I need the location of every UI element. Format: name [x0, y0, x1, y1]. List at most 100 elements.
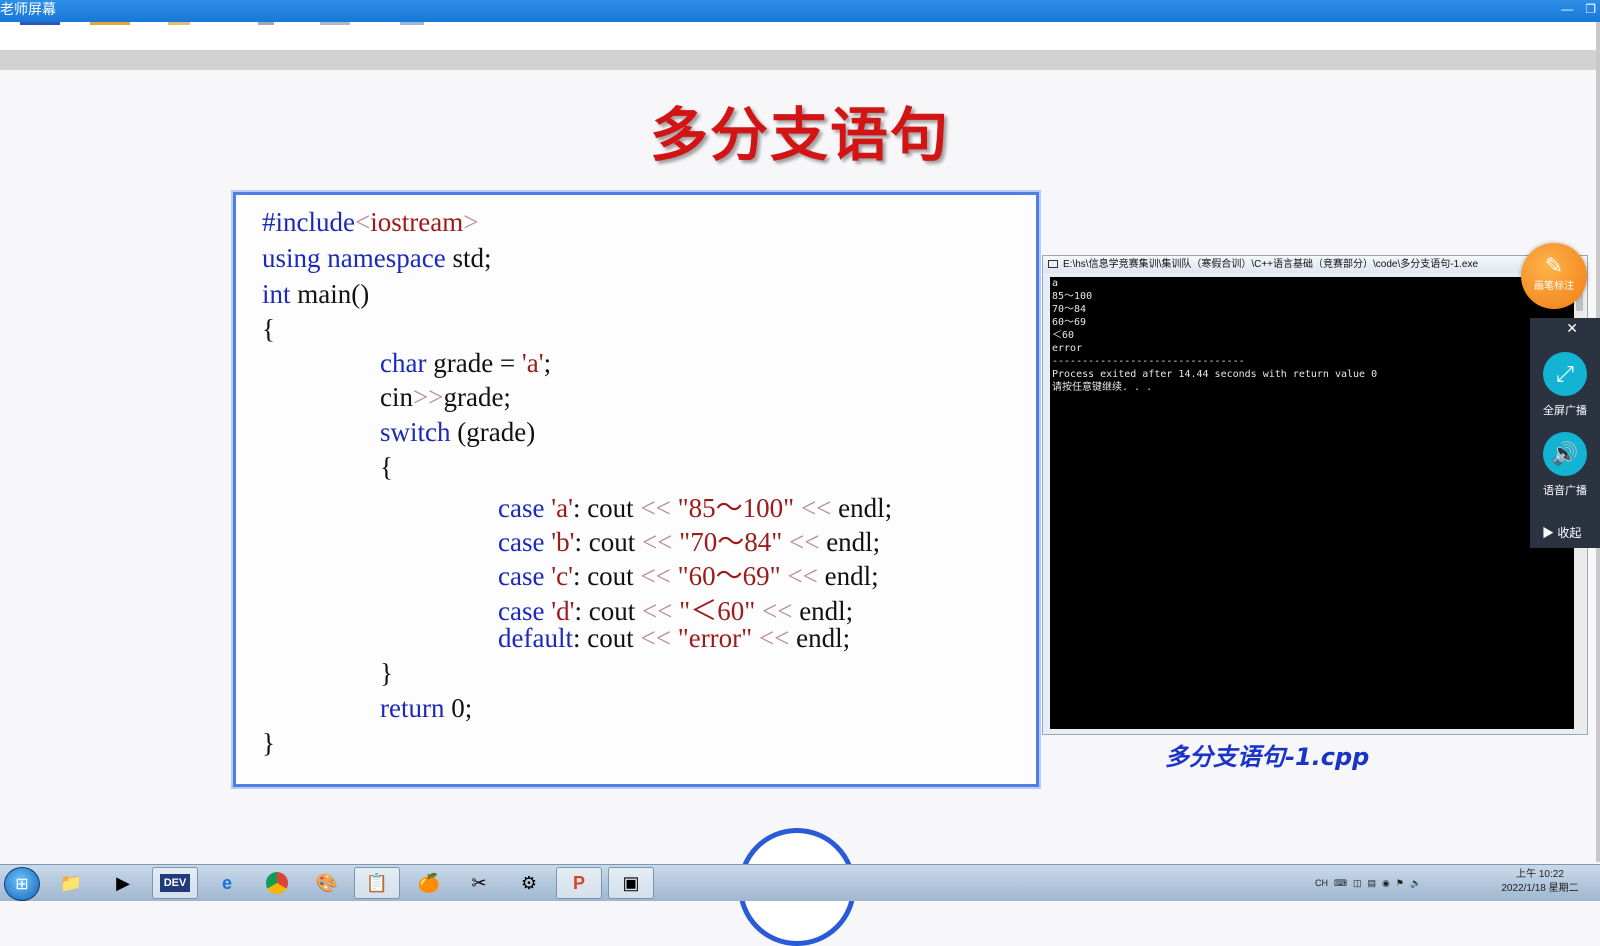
console-line: 70～84 [1052, 304, 1087, 315]
powerpoint-icon[interactable]: P [556, 867, 602, 899]
code-token: default [498, 623, 573, 653]
code-token: >> [413, 382, 444, 412]
orange-icon[interactable]: 🍊 [406, 867, 452, 899]
dev-cpp-icon[interactable]: DEV [152, 867, 198, 899]
code-line: } [380, 658, 393, 688]
code-line: { [262, 314, 275, 344]
console-window[interactable]: E:\hs\信息学竞赛集训\集训队（寒假合训）\C++语言基础（竞赛部分）\co… [1042, 255, 1588, 735]
code-token: using namespace [262, 243, 446, 273]
console-app-icon [1048, 260, 1058, 268]
flag-icon[interactable]: ⚑ [1396, 878, 1404, 889]
pen-label: 画笔标注 [1534, 281, 1574, 292]
file-caption: 多分支语句-1.cpp [1165, 743, 1370, 771]
taskbar: ⊞ 📁 ▶ DEV e 🎨 📋 🍊 ✂ ⚙ P ▣ CH ⌨ ◫ ▤ ◉ ⚑ 🔈… [0, 864, 1600, 901]
code-line: } [262, 728, 275, 758]
code-line: #include<iostream> [262, 207, 478, 238]
code-token: iostream [370, 207, 464, 237]
code-token: "85～100" [677, 493, 795, 523]
app-icon[interactable]: 📋 [354, 867, 400, 899]
code-token: << [758, 623, 790, 653]
system-clock[interactable]: 上午 10:22 2022/1/18 星期二 [1490, 868, 1590, 896]
speaker-icon: 🔊 [1543, 432, 1587, 476]
code-token: case [498, 561, 545, 591]
slide-header-band [0, 50, 1600, 70]
clock-time: 上午 10:22 [1516, 869, 1564, 880]
console-line: ＜60 [1052, 330, 1075, 341]
code-line: using namespace std; [262, 243, 492, 273]
code-line: cin>>grade; [380, 382, 511, 412]
code-token: case [498, 527, 545, 557]
code-token: << [800, 493, 832, 523]
window-icon[interactable]: ▣ [608, 867, 654, 899]
app-icon[interactable]: 🎨 [304, 867, 350, 899]
restore-button[interactable]: ❐ [1585, 0, 1596, 18]
code-token: << [640, 623, 671, 653]
console-title: E:\hs\信息学竞赛集训\集训队（寒假合训）\C++语言基础（竞赛部分）\co… [1063, 259, 1479, 270]
tool-icon[interactable]: ✂ [456, 867, 502, 899]
code-line: default: cout << "error" << endl; [498, 623, 851, 653]
network-tray-icon[interactable]: ◫ [1353, 878, 1362, 889]
code-panel: #include<iostream> using namespace std; … [233, 192, 1039, 787]
console-line: -------------------------------- [1052, 356, 1245, 367]
pen-icon: ✎ [1544, 253, 1564, 278]
fullscreen-icon: ⤢ [1543, 352, 1587, 396]
code-token: 'a' [551, 493, 573, 523]
code-token: < [354, 207, 371, 237]
chrome-icon[interactable] [254, 867, 300, 899]
code-line: case 'c': cout << "60～69" << endl; [498, 561, 879, 591]
voice-label: 语音广播 [1543, 485, 1587, 497]
code-token: return [380, 693, 445, 723]
console-output: a 85～100 70～84 60～69 ＜60 error ---------… [1050, 277, 1574, 729]
collapse-button[interactable]: ▶ 收起 [1542, 524, 1581, 541]
code-token: switch [380, 417, 451, 447]
code-token: #include [262, 207, 355, 237]
close-icon[interactable]: ✕ [1566, 320, 1578, 337]
fullscreen-broadcast-button[interactable]: ⤢ 全屏广播 [1530, 352, 1600, 418]
keyboard-icon[interactable]: ⌨ [1334, 878, 1347, 889]
code-token: << [788, 527, 820, 557]
clock-date: 2022/1/18 星期二 [1501, 883, 1579, 894]
console-line: a [1052, 278, 1059, 289]
console-line: 请按任意键继续. . . [1052, 382, 1153, 393]
console-titlebar[interactable]: E:\hs\信息学竞赛集训\集训队（寒假合训）\C++语言基础（竞赛部分）\co… [1043, 256, 1587, 273]
code-line: char grade = 'a'; [380, 348, 552, 378]
slide-title: 多分支语句 [649, 101, 950, 169]
fullscreen-label: 全屏广播 [1543, 405, 1587, 417]
system-tray: CH ⌨ ◫ ▤ ◉ ⚑ 🔈 [1315, 865, 1421, 901]
code-token: "70～84" [679, 527, 783, 557]
slide-top-area [0, 26, 1600, 50]
code-token: int [262, 279, 291, 309]
ie-icon[interactable]: e [204, 867, 250, 899]
window-title: 老师屏幕 [0, 1, 56, 17]
code-token: case [498, 596, 545, 626]
input-language[interactable]: CH [1315, 878, 1328, 888]
code-token: 'a' [521, 348, 544, 378]
code-token: << [641, 527, 673, 557]
code-token: 'b' [551, 527, 575, 557]
window-titlebar: 老师屏幕 — ❐ [0, 0, 1600, 22]
minimize-button[interactable]: — [1561, 0, 1573, 18]
pen-annotation-button[interactable]: ✎ 画笔标注 [1521, 243, 1587, 309]
file-explorer-icon[interactable]: 📁 [48, 867, 94, 899]
start-button[interactable]: ⊞ [4, 867, 40, 901]
network-icon[interactable]: ⚙ [506, 867, 552, 899]
code-token: 'd' [551, 596, 575, 626]
code-token: << [761, 596, 793, 626]
code-token: << [787, 561, 818, 591]
code-token: "60～69" [677, 561, 781, 591]
volume-icon[interactable]: 🔈 [1410, 878, 1421, 889]
code-token: char [380, 348, 427, 378]
console-line: 85～100 [1052, 291, 1093, 302]
app-tray-icon[interactable]: ◉ [1382, 878, 1390, 889]
code-line: return 0; [380, 693, 473, 723]
broadcast-tool-panel: ✕ ⤢ 全屏广播 🔊 语音广播 ▶ 收起 [1530, 318, 1600, 548]
console-line: 60～69 [1052, 317, 1087, 328]
console-line: error [1052, 343, 1083, 354]
media-player-icon[interactable]: ▶ [100, 867, 146, 899]
display-icon[interactable]: ▤ [1368, 878, 1377, 889]
code-token: << [641, 596, 673, 626]
code-token: > [463, 207, 479, 237]
console-line: Process exited after 14.44 seconds with … [1052, 369, 1378, 380]
code-token: << [640, 561, 671, 591]
voice-broadcast-button[interactable]: 🔊 语音广播 [1530, 432, 1600, 498]
